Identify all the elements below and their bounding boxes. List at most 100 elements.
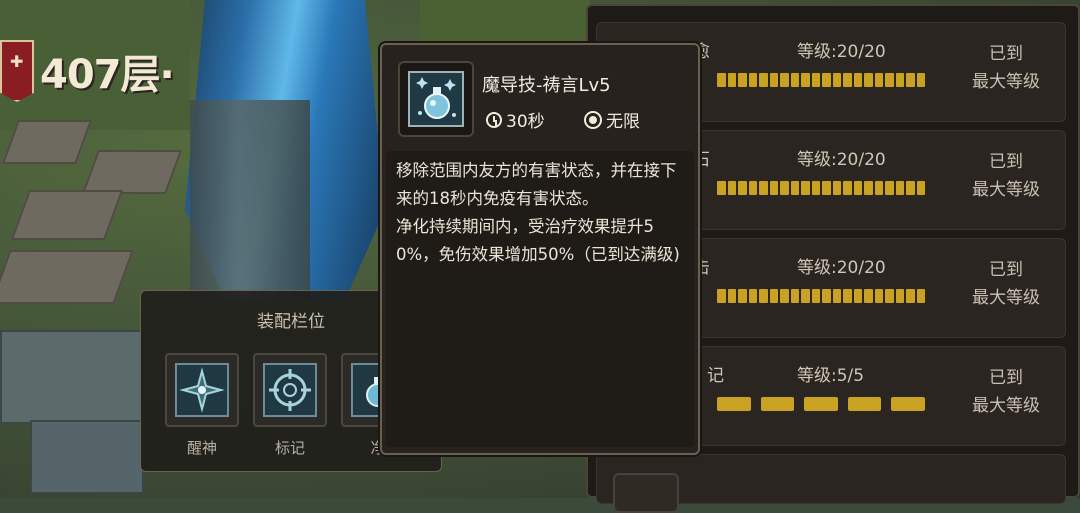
bar-segment — [780, 289, 789, 303]
bar-segment — [790, 289, 799, 303]
bar-segment — [769, 289, 778, 303]
floor-banner-icon — [0, 40, 34, 102]
bar-segment — [853, 289, 862, 303]
bar-segment — [801, 181, 810, 195]
bar-segment — [885, 181, 894, 195]
equip-slot-2[interactable] — [253, 353, 327, 427]
bar-segment — [906, 181, 915, 195]
bar-segment — [717, 397, 751, 411]
skill-tooltip: 魔导技-祷言Lv5 30秒 无限 移除范围内友方的有害状态，并在接下来的18秒内… — [380, 43, 700, 455]
skill-level-bar — [717, 181, 925, 195]
duration-value: 30秒 — [506, 112, 545, 132]
bar-segment — [832, 289, 841, 303]
bar-segment — [759, 73, 768, 87]
bar-segment — [916, 289, 925, 303]
range-value: 无限 — [606, 112, 640, 132]
max-level-text: 最大等级 — [972, 288, 1040, 308]
bar-segment — [769, 73, 778, 87]
floor-label: 407层· — [40, 52, 175, 98]
clock-icon — [486, 111, 502, 128]
tooltip-title: 魔导技-祷言Lv5 — [482, 75, 611, 96]
floor-stone — [0, 330, 144, 424]
bar-segment — [790, 73, 799, 87]
floor-stone — [81, 150, 183, 194]
grass-patch — [420, 0, 590, 45]
max-level-text: 最大等级 — [972, 180, 1040, 200]
equip-slot-1-label: 醒神 — [186, 439, 217, 457]
bar-segment — [760, 397, 795, 411]
bar-segment — [748, 181, 757, 195]
equip-slot-1[interactable] — [165, 353, 239, 427]
bar-segment — [853, 73, 862, 87]
skill-icon — [613, 473, 679, 513]
bar-segment — [832, 73, 841, 87]
bar-segment — [780, 73, 789, 87]
bar-segment — [847, 397, 882, 411]
bar-segment — [916, 73, 925, 87]
stone-pillar — [190, 100, 310, 300]
bar-segment — [727, 289, 736, 303]
bar-segment — [759, 289, 768, 303]
bar-segment — [864, 73, 873, 87]
bar-segment — [727, 181, 736, 195]
max-level-text: 已到 — [989, 152, 1023, 172]
bar-segment — [717, 181, 726, 195]
bar-segment — [874, 181, 883, 195]
bar-segment — [853, 181, 862, 195]
bar-segment — [891, 397, 925, 411]
bar-segment — [906, 73, 915, 87]
tooltip-range: 无限 — [584, 107, 640, 132]
tooltip-duration: 30秒 — [486, 107, 545, 132]
tooltip-skill-icon — [398, 61, 474, 137]
bar-segment — [811, 73, 820, 87]
bar-segment — [811, 181, 820, 195]
bar-segment — [843, 289, 852, 303]
bar-segment — [738, 181, 747, 195]
floor-stone — [10, 190, 124, 240]
max-level-text: 最大等级 — [972, 396, 1040, 416]
max-level-text: 已到 — [989, 260, 1023, 280]
bar-segment — [822, 73, 831, 87]
bar-segment — [717, 289, 726, 303]
bar-segment — [822, 289, 831, 303]
bar-segment — [843, 73, 852, 87]
bar-segment — [843, 181, 852, 195]
bar-segment — [916, 181, 925, 195]
bar-segment — [748, 73, 757, 87]
equip-slot-2-label: 标记 — [274, 439, 305, 457]
bar-segment — [804, 397, 838, 411]
bar-segment — [895, 181, 904, 195]
tooltip-description: 移除范围内友方的有害状态，并在接下来的18秒内免疫有害状态。 净化持续期间内，受… — [396, 161, 680, 264]
bar-segment — [801, 289, 810, 303]
skill-row[interactable] — [596, 454, 1066, 513]
bar-segment — [885, 73, 894, 87]
skill-level-bar — [717, 73, 925, 87]
bar-segment — [874, 73, 883, 87]
bar-segment — [738, 289, 747, 303]
bar-segment — [790, 181, 799, 195]
spark-cross-icon — [175, 363, 229, 417]
max-level-text: 最大等级 — [972, 72, 1040, 92]
bar-segment — [832, 181, 841, 195]
bar-segment — [885, 289, 894, 303]
floor-stone — [30, 420, 144, 494]
bar-segment — [727, 73, 736, 87]
bar-segment — [822, 181, 831, 195]
bar-segment — [906, 289, 915, 303]
bar-segment — [895, 73, 904, 87]
crosshair-icon — [263, 363, 317, 417]
potion-icon — [408, 71, 464, 127]
floor-stone — [1, 120, 93, 164]
skill-level-bar — [717, 397, 925, 411]
skill-level: 等级:5/5 — [797, 366, 865, 386]
skill-level-bar — [717, 289, 925, 303]
bar-segment — [780, 181, 789, 195]
bar-segment — [895, 289, 904, 303]
skill-level: 等级:20/20 — [797, 150, 886, 170]
skill-level: 等级:20/20 — [797, 42, 886, 62]
bar-segment — [864, 181, 873, 195]
max-level-text: 已到 — [989, 368, 1023, 388]
bar-segment — [874, 289, 883, 303]
skill-level: 等级:20/20 — [797, 258, 886, 278]
max-level-text: 已到 — [989, 44, 1023, 64]
